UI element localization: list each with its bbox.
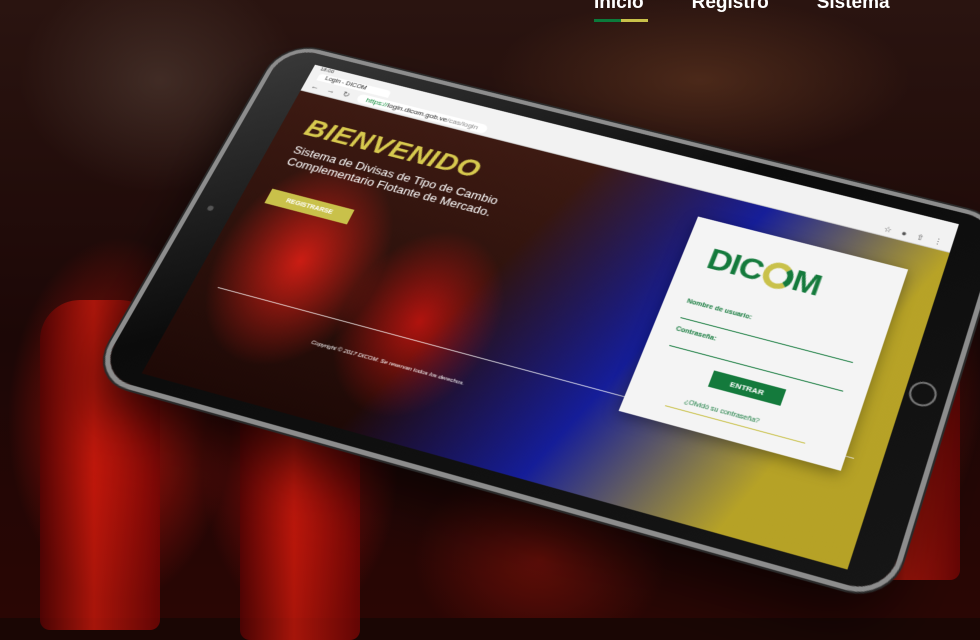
share-icon[interactable]: ⇧ <box>915 232 925 243</box>
nav-inicio[interactable]: Inicio <box>594 0 648 22</box>
reload-icon[interactable]: ↻ <box>341 89 352 99</box>
star-icon[interactable]: ☆ <box>882 224 894 235</box>
menu-icon[interactable]: ⋮ <box>932 236 943 247</box>
camera-icon <box>206 205 215 212</box>
home-button-icon <box>905 378 940 410</box>
back-icon[interactable]: ← <box>309 82 321 91</box>
enter-button[interactable]: ENTRAR <box>707 370 787 406</box>
register-button[interactable]: REGISTRARSE <box>264 188 355 225</box>
dicom-logo: DIC M <box>702 242 826 303</box>
nav-sistema[interactable]: Sistema <box>817 0 890 14</box>
nav-registro[interactable]: Registro <box>692 0 769 14</box>
top-navigation: Inicio Registro Sistema <box>594 0 890 22</box>
login-card: DIC M Nombre de usuario: Contraseña: ENTR… <box>618 216 909 471</box>
forward-icon[interactable]: → <box>325 86 337 95</box>
mic-icon[interactable]: ● <box>900 228 908 238</box>
